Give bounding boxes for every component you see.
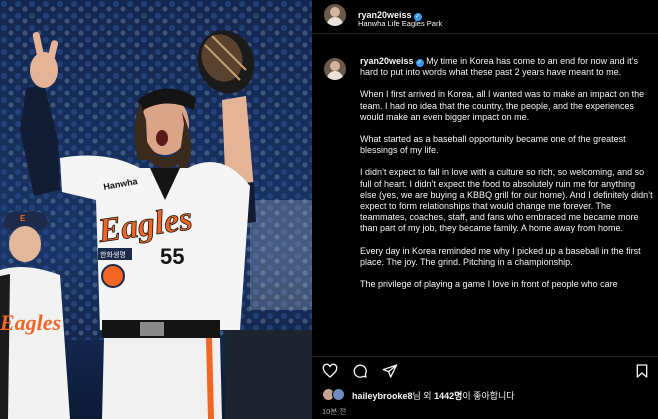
- svg-text:E: E: [20, 214, 26, 223]
- post-location[interactable]: Hanwha Life Eagles Park: [358, 19, 442, 28]
- pitcher-celebration-image: E Eagles Hanwha Eagles 55 한화생명: [0, 0, 312, 419]
- action-bar: [312, 356, 658, 384]
- post-photo[interactable]: E Eagles Hanwha Eagles 55 한화생명: [0, 0, 312, 419]
- likes-row[interactable]: haileybrooke8님 외 1442명이 좋아합니다: [312, 386, 658, 402]
- avatar[interactable]: [324, 4, 346, 26]
- post-timestamp: 10분 전: [322, 407, 347, 416]
- caption: ryan20weiss ✓ My time in Korea has come t…: [312, 50, 658, 350]
- bg-player-team-text: Eagles: [0, 310, 61, 335]
- liker-avatar: [332, 388, 345, 401]
- caption-paragraph: When I first arrived in Korea, all I wan…: [360, 89, 645, 122]
- post-panel: ryan20weiss ✓ Hanwha Life Eagles Park rya…: [312, 0, 658, 419]
- bookmark-icon[interactable]: [634, 363, 650, 379]
- caption-text: ryan20weiss ✓ My time in Korea has come t…: [360, 56, 654, 301]
- caption-paragraph: The privilege of playing a game I love i…: [360, 279, 618, 290]
- sleeve-patch-text: 한화생명: [100, 250, 126, 259]
- jersey-number-text: 55: [160, 244, 184, 269]
- share-icon[interactable]: [382, 363, 398, 379]
- caption-username[interactable]: ryan20weiss: [360, 56, 414, 66]
- caption-paragraph: ryan20weiss ✓ My time in Korea has come t…: [360, 56, 639, 78]
- comment-icon[interactable]: [352, 363, 368, 379]
- caption-avatar[interactable]: [324, 58, 346, 80]
- likes-text[interactable]: haileybrooke8님 외 1442명이 좋아합니다: [352, 389, 515, 402]
- caption-paragraph: I didn’t expect to fall in love with a c…: [360, 167, 653, 234]
- verified-icon: ✓: [415, 59, 424, 67]
- heart-icon[interactable]: [322, 363, 338, 379]
- caption-paragraph: Every day in Korea reminded me why I pic…: [360, 245, 641, 267]
- post-header: ryan20weiss ✓ Hanwha Life Eagles Park: [312, 0, 658, 34]
- caption-paragraph: What started as a baseball opportunity b…: [360, 134, 626, 156]
